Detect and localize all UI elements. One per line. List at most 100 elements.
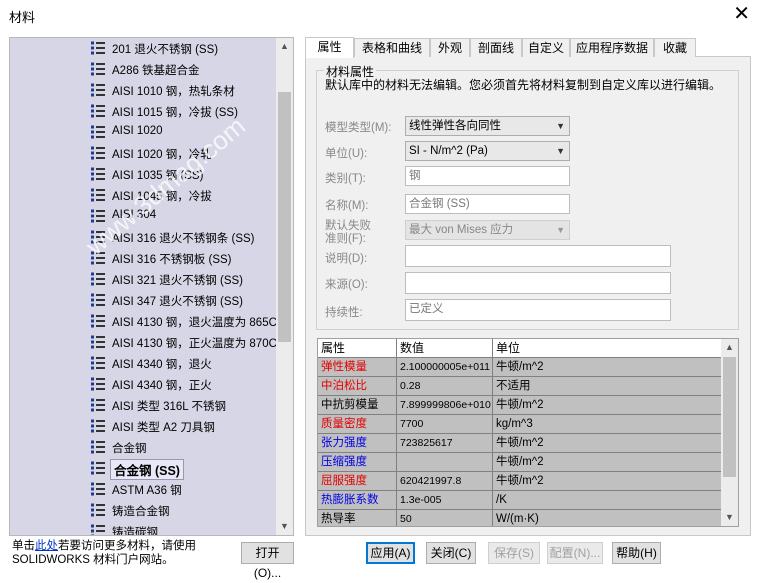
tab-properties[interactable]: 属性 <box>305 37 354 58</box>
header-value: 数值 <box>397 339 493 358</box>
table-row[interactable]: 热导率 50 W/(m·K) <box>318 510 723 526</box>
tab-crosshatch[interactable]: 剖面线 <box>470 38 522 57</box>
apply-button[interactable]: 应用(A) <box>366 542 415 564</box>
table-row[interactable]: 压缩强度 牛顿/m^2 <box>318 453 723 472</box>
tree-item-label: AISI 316 退火不锈钢条 (SS) <box>112 233 255 245</box>
tree-item[interactable]: A286 铁基超合金 <box>90 59 280 79</box>
tree-item-label: AISI 1010 钢，热轧条材 <box>112 86 235 98</box>
tree-item-label: 铸造碳钢 <box>112 527 158 536</box>
tree-item[interactable]: AISI 1020 <box>90 122 280 142</box>
tree-item[interactable]: 合金钢 (SS) <box>90 458 280 480</box>
material-list-icon <box>90 397 106 413</box>
tree-item-label: 201 退火不锈钢 (SS) <box>112 44 219 56</box>
tree-item[interactable]: 铸造碳钢 <box>90 521 280 536</box>
tree-item[interactable]: AISI 1045 钢，冷拔 <box>90 185 280 205</box>
tree-item[interactable]: AISI 1010 钢，热轧条材 <box>90 80 280 100</box>
tree-item[interactable]: 合金钢 <box>90 437 280 457</box>
help-button[interactable]: 帮助(H) <box>612 542 661 564</box>
tree-item[interactable]: AISI 4130 钢，正火温度为 870C <box>90 332 280 352</box>
table-row[interactable]: 屈服强度 620421997.8 牛顿/m^2 <box>318 472 723 491</box>
units-label: 单位(U): <box>325 148 368 160</box>
tab-tables-curves[interactable]: 表格和曲线 <box>354 38 430 57</box>
tree-item[interactable]: AISI 347 退火不锈钢 (SS) <box>90 290 280 310</box>
table-row[interactable]: 中泊松比 0.28 不适用 <box>318 377 723 396</box>
category-field: 钢 <box>405 166 570 186</box>
tree-item[interactable]: 201 退火不锈钢 (SS) <box>90 38 280 58</box>
units-select[interactable]: SI - N/m^2 (Pa) ▼ <box>405 141 570 161</box>
property-name-cell: 中抗剪模量 <box>318 396 397 415</box>
close-button[interactable]: 关闭(C) <box>426 542 476 564</box>
hint-prefix: 单击 <box>12 540 35 552</box>
tree-item[interactable]: AISI 316 不锈钢板 (SS) <box>90 248 280 268</box>
tree-item-label: AISI 类型 316L 不锈钢 <box>112 401 226 413</box>
tree-item-label: ASTM A36 钢 <box>112 485 182 497</box>
tree-item[interactable]: AISI 304 <box>90 206 280 226</box>
scroll-up-icon[interactable]: ▲ <box>276 38 293 55</box>
tab-appearance[interactable]: 外观 <box>430 38 470 57</box>
tree-item[interactable]: 铸造合金钢 <box>90 500 280 520</box>
portal-link[interactable]: 此处 <box>35 540 58 552</box>
tree-item[interactable]: AISI 1020 钢，冷轧 <box>90 143 280 163</box>
tree-item[interactable]: AISI 1035 钢 (SS) <box>90 164 280 184</box>
table-row[interactable]: 质量密度 7700 kg/m^3 <box>318 415 723 434</box>
material-list-icon <box>90 418 106 434</box>
model-type-value: 线性弹性各向同性 <box>409 120 501 132</box>
header-property: 属性 <box>318 339 397 358</box>
tree-item-label: AISI 4130 钢，正火温度为 870C <box>112 338 277 350</box>
failure-criterion-select: 最大 von Mises 应力 ▼ <box>405 220 570 240</box>
material-list-icon <box>90 502 106 518</box>
property-unit-cell: 牛顿/m^2 <box>493 358 723 377</box>
table-header: 属性 数值 单位 <box>318 339 723 358</box>
config-button: 配置(N)... <box>547 542 603 564</box>
tree-item[interactable]: AISI 类型 A2 刀具钢 <box>90 416 280 436</box>
scroll-down-icon[interactable]: ▼ <box>721 509 738 526</box>
tree-item[interactable]: AISI 4340 钢，退火 <box>90 353 280 373</box>
tree-item[interactable]: AISI 4130 钢，退火温度为 865C <box>90 311 280 331</box>
tab-custom[interactable]: 自定义 <box>522 38 570 57</box>
table-row[interactable]: 弹性模量 2.100000005e+011 牛顿/m^2 <box>318 358 723 377</box>
tree-item[interactable]: AISI 321 退火不锈钢 (SS) <box>90 269 280 289</box>
table-row[interactable]: 热膨胀系数 1.3e-005/K <box>318 491 723 510</box>
property-name-cell: 热导率 <box>318 510 397 526</box>
tree-item[interactable]: AISI 类型 316L 不锈钢 <box>90 395 280 415</box>
material-list-icon <box>90 166 106 182</box>
open-button[interactable]: 打开(O)... <box>241 542 294 580</box>
sustainability-field: 已定义 <box>405 299 671 321</box>
property-name-cell: 热膨胀系数 <box>318 491 397 510</box>
tree-item[interactable]: AISI 4340 钢，正火 <box>90 374 280 394</box>
material-list-icon <box>90 460 106 476</box>
tree-scrollbar[interactable]: ▲ ▼ <box>276 38 293 535</box>
table-row[interactable]: 张力强度 723825617 牛顿/m^2 <box>318 434 723 453</box>
tab-application-data[interactable]: 应用程序数据 <box>570 38 654 57</box>
chevron-down-icon: ▼ <box>556 225 565 235</box>
tree-item[interactable]: AISI 316 退火不锈钢条 (SS) <box>90 227 280 247</box>
scroll-thumb[interactable] <box>723 357 736 477</box>
chevron-down-icon: ▼ <box>556 146 565 156</box>
tree-item-label: AISI 类型 A2 刀具钢 <box>112 422 215 434</box>
scroll-thumb[interactable] <box>278 92 291 342</box>
scroll-down-icon[interactable]: ▼ <box>276 518 293 535</box>
table-row[interactable]: 中抗剪模量 7.899999806e+010 牛顿/m^2 <box>318 396 723 415</box>
material-list-icon <box>90 313 106 329</box>
table-scrollbar[interactable]: ▲ ▼ <box>721 339 738 526</box>
material-list-icon <box>90 61 106 77</box>
category-label: 类别(T): <box>325 173 366 185</box>
property-table[interactable]: 属性 数值 单位 弹性模量 2.100000005e+011 牛顿/m^2 中泊松比 0… <box>317 338 739 527</box>
tree-item-label: AISI 1020 <box>112 125 163 137</box>
scroll-up-icon[interactable]: ▲ <box>721 339 738 356</box>
tab-favorites[interactable]: 收藏 <box>654 38 696 57</box>
property-name-cell: 弹性模量 <box>318 358 397 377</box>
close-icon[interactable]: ✕ <box>733 2 750 26</box>
tree-item[interactable]: AISI 1015 钢，冷拔 (SS) <box>90 101 280 121</box>
window-title: 材料 <box>9 10 36 25</box>
chevron-down-icon: ▼ <box>556 121 565 131</box>
tree-item[interactable]: ASTM A36 钢 <box>90 479 280 499</box>
model-type-select[interactable]: 线性弹性各向同性 ▼ <box>405 116 570 136</box>
material-list-icon <box>90 145 106 161</box>
tree-item-label: AISI 321 退火不锈钢 (SS) <box>112 275 244 287</box>
tree-item-label: 合金钢 (SS) <box>110 459 184 480</box>
name-label: 名称(M): <box>325 200 369 212</box>
save-button: 保存(S) <box>488 542 540 564</box>
material-tree[interactable]: 201 退火不锈钢 (SS) A286 铁基超合金 AISI 1010 钢，热轧条材… <box>9 37 294 536</box>
property-name-cell: 张力强度 <box>318 434 397 453</box>
